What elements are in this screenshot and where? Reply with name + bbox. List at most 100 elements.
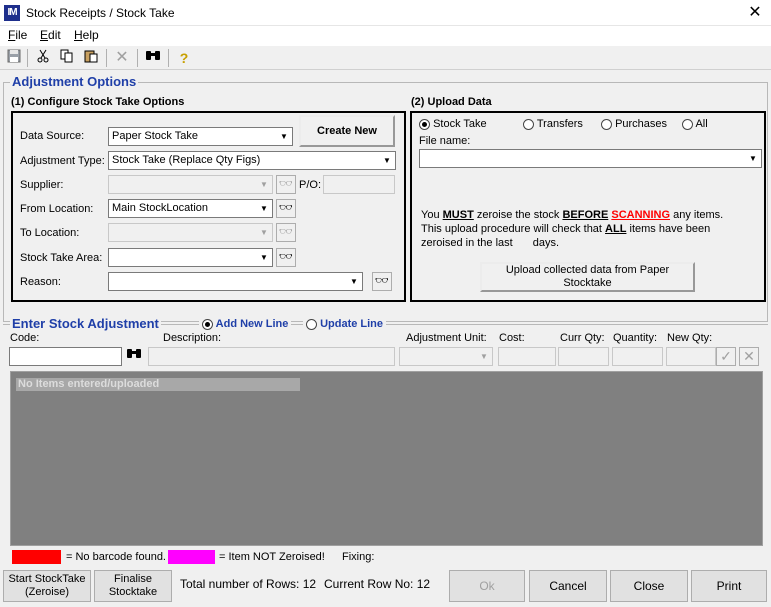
stock-take-area-select[interactable]: ▼ <box>108 248 273 267</box>
radio-all-label: All <box>695 118 708 130</box>
radio-stock-take-label: Stock Take <box>433 118 487 130</box>
confirm-line-check-icon[interactable]: ✓ <box>716 347 736 366</box>
copy-icon[interactable] <box>58 49 76 67</box>
curr-qty-input[interactable] <box>558 347 609 366</box>
warn-text: You <box>421 209 443 221</box>
warn-all: ALL <box>605 223 627 235</box>
radio-transfers[interactable]: Transfers <box>523 118 583 130</box>
from-location-label: From Location: <box>20 203 94 215</box>
supplier-label: Supplier: <box>20 179 64 191</box>
cut-icon[interactable] <box>34 49 52 67</box>
finalise-stocktake-line1: Finalise <box>114 573 152 585</box>
menu-file[interactable]: File <box>8 28 27 42</box>
to-location-select[interactable]: ▼ <box>108 223 273 242</box>
ok-button[interactable]: Ok <box>449 570 525 602</box>
cancel-line-close-icon[interactable]: ✕ <box>739 347 759 366</box>
reason-lookup-glasses-icon[interactable]: 👓︎ <box>372 272 392 291</box>
upload-warning: You MUST zeroise the stock BEFORE SCANNI… <box>421 208 761 250</box>
radio-update-line-label: Update Line <box>320 318 384 330</box>
to-location-lookup-glasses-icon[interactable]: 👓︎ <box>276 223 296 242</box>
cancel-button[interactable]: Cancel <box>529 570 607 602</box>
cost-input[interactable] <box>498 347 556 366</box>
cost-column-label: Cost: <box>499 332 525 344</box>
warn-text: days. <box>532 237 560 249</box>
quantity-input[interactable] <box>612 347 663 366</box>
radio-purchases[interactable]: Purchases <box>601 118 667 130</box>
chevron-down-icon: ▼ <box>480 352 488 361</box>
chevron-down-icon: ▼ <box>260 180 268 189</box>
menu-edit[interactable]: Edit <box>40 28 61 42</box>
find-code-button[interactable] <box>123 346 145 366</box>
finalise-stocktake-button[interactable]: Finalise Stocktake <box>94 570 172 602</box>
adjustment-unit-select[interactable]: ▼ <box>399 347 493 366</box>
upload-collected-data-button[interactable]: Upload collected data from Paper Stockta… <box>480 262 695 292</box>
from-location-lookup-glasses-icon[interactable]: 👓︎ <box>276 199 296 218</box>
close-button[interactable]: Close <box>610 570 688 602</box>
radio-button-icon <box>523 118 534 130</box>
chevron-down-icon: ▼ <box>260 253 268 262</box>
radio-all[interactable]: All <box>682 118 708 130</box>
adjustment-options-legend: Adjustment Options <box>10 74 139 89</box>
reason-select[interactable]: ▼ <box>108 272 363 291</box>
data-source-select[interactable]: Paper Stock Take ▼ <box>108 127 293 146</box>
start-stocktake-button[interactable]: Start StockTake (Zeroise) <box>3 570 91 602</box>
print-button[interactable]: Print <box>691 570 767 602</box>
finalise-stocktake-line2: Stocktake <box>108 586 158 598</box>
create-new-button[interactable]: Create New <box>299 115 395 147</box>
data-source-value: Paper Stock Take <box>112 130 199 142</box>
menu-edit-rest: dit <box>48 28 61 42</box>
start-stocktake-line2: (Zeroise) <box>24 586 69 598</box>
enter-adjustment-legend: Enter Stock Adjustment <box>10 316 161 331</box>
radio-button-icon <box>682 118 693 130</box>
toolbar-separator <box>137 49 138 67</box>
save-icon[interactable] <box>5 49 23 67</box>
not-zeroised-label: = Item NOT Zeroised! <box>219 551 325 563</box>
configure-heading: (1) Configure Stock Take Options <box>11 96 185 108</box>
new-qty-input[interactable] <box>666 347 716 366</box>
radio-button-icon <box>601 118 612 130</box>
adjustment-unit-column-label: Adjustment Unit: <box>406 332 487 344</box>
menu-help-rest: elp <box>82 28 99 42</box>
paste-icon[interactable] <box>82 49 100 67</box>
description-input[interactable] <box>148 347 395 366</box>
radio-stock-take[interactable]: Stock Take <box>419 118 487 130</box>
delete-icon[interactable]: ✕ <box>113 49 131 67</box>
upload-warning-line3: zeroised in the last days. <box>421 236 761 250</box>
radio-update-line[interactable]: Update Line <box>303 318 387 330</box>
stock-take-area-lookup-glasses-icon[interactable]: 👓︎ <box>276 248 296 267</box>
file-name-select[interactable]: ▼ <box>419 149 762 168</box>
not-zeroised-swatch <box>168 550 215 564</box>
po-label: P/O: <box>299 179 322 191</box>
no-barcode-swatch <box>12 550 61 564</box>
upload-warning-line2: This upload procedure will check that AL… <box>421 222 761 236</box>
total-rows-label: Total number of Rows: <box>180 577 300 591</box>
help-icon[interactable]: ? <box>175 49 193 67</box>
supplier-select[interactable]: ▼ <box>108 175 273 194</box>
window-close-button[interactable]: ✕ <box>744 3 766 23</box>
total-rows-indicator: Total number of Rows: 12 <box>180 577 316 591</box>
chevron-down-icon: ▼ <box>749 154 757 163</box>
find-icon[interactable] <box>144 49 162 67</box>
radio-add-new-line[interactable]: Add New Line <box>199 318 292 330</box>
chevron-down-icon: ▼ <box>260 204 268 213</box>
chevron-down-icon: ▼ <box>383 156 391 165</box>
from-location-select[interactable]: Main StockLocation ▼ <box>108 199 273 218</box>
radio-add-new-line-label: Add New Line <box>215 318 289 330</box>
adjustment-type-select[interactable]: Stock Take (Replace Qty Figs) ▼ <box>108 151 396 170</box>
app-logo-icon: IM <box>4 5 20 21</box>
stock-take-area-label: Stock Take Area: <box>20 252 103 264</box>
radio-purchases-label: Purchases <box>615 118 668 130</box>
warn-text: This upload procedure will check that <box>421 223 606 235</box>
current-row-indicator: Current Row No: 12 <box>324 577 430 591</box>
radio-button-icon <box>202 318 213 330</box>
supplier-lookup-glasses-icon[interactable]: 👓︎ <box>276 175 296 194</box>
code-input[interactable] <box>9 347 122 366</box>
toolbar-separator <box>106 49 107 67</box>
stock-adjustment-grid[interactable] <box>10 371 763 546</box>
warn-text: items have been <box>626 223 711 235</box>
menu-help-accel: H <box>74 28 83 42</box>
radio-button-icon <box>419 118 430 130</box>
menu-help[interactable]: Help <box>74 28 99 42</box>
po-input[interactable] <box>323 175 395 194</box>
start-stocktake-line1: Start StockTake <box>8 573 86 585</box>
